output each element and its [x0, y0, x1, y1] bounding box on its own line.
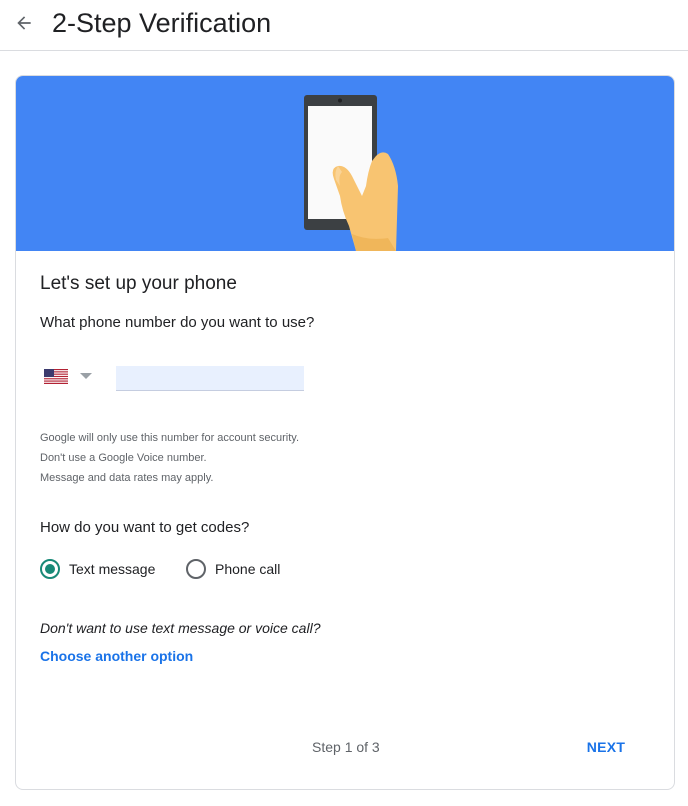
caret-down-icon: [80, 373, 92, 379]
text-message-label: Text message: [69, 561, 156, 577]
phone-usage-notes: Google will only use this number for acc…: [40, 428, 299, 488]
top-bar: 2-Step Verification: [0, 0, 688, 51]
phone-call-label: Phone call: [215, 561, 281, 577]
step-indicator: Step 1 of 3: [312, 739, 380, 755]
country-selector[interactable]: [44, 363, 104, 389]
next-button[interactable]: NEXT: [580, 732, 632, 762]
note-rates: Message and data rates may apply.: [40, 472, 214, 484]
setup-heading: Let's set up your phone: [40, 273, 237, 294]
phone-call-option[interactable]: Phone call: [186, 558, 280, 580]
back-button[interactable]: [10, 9, 38, 37]
us-flag-icon: [44, 368, 68, 384]
arrow-back-icon: [17, 16, 31, 30]
choose-another-option-link[interactable]: Choose another option: [40, 648, 193, 664]
alternative-question: Don't want to use text message or voice …: [40, 620, 321, 636]
phone-number-input[interactable]: [116, 366, 304, 391]
radio-checked-icon[interactable]: [40, 559, 60, 579]
hand-holding-phone-illustration: [304, 95, 398, 251]
radio-unchecked-icon[interactable]: [186, 559, 206, 579]
phone-number-question: What phone number do you want to use?: [40, 314, 315, 331]
note-google-voice: Don't use a Google Voice number.: [40, 452, 207, 464]
text-message-option[interactable]: Text message: [40, 558, 155, 580]
page-title: 2-Step Verification: [52, 8, 272, 38]
setup-card: Let's set up your phone What phone numbe…: [15, 75, 675, 790]
note-security: Google will only use this number for acc…: [40, 432, 300, 444]
codes-question: How do you want to get codes?: [40, 519, 250, 536]
hero-banner: [16, 76, 674, 251]
